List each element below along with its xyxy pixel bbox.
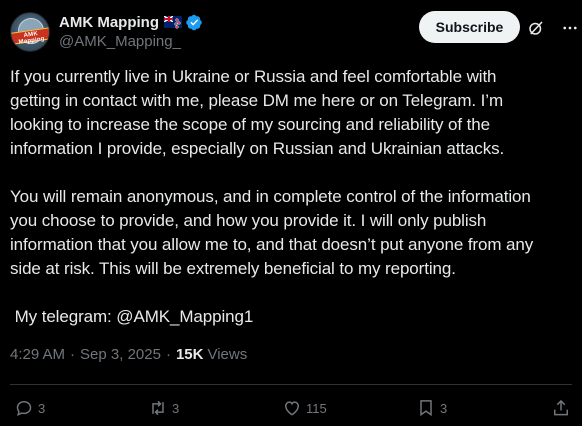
subscribe-button[interactable]: Subscribe (419, 11, 520, 43)
reply-icon (16, 400, 32, 416)
views-label: Views (207, 346, 248, 363)
display-name[interactable]: AMK Mapping (59, 14, 159, 31)
action-bar: 3 3 115 3 (0, 394, 582, 422)
views-count: 15K (175, 346, 204, 363)
repost-icon (152, 400, 164, 416)
repost-button[interactable]: 3 (148, 394, 179, 422)
verified-badge-icon[interactable] (186, 14, 203, 31)
repost-count: 3 (172, 400, 180, 416)
divider (10, 384, 572, 385)
meta-separator: · (70, 346, 76, 363)
like-button[interactable]: 115 (282, 394, 327, 422)
tweet-text: If you currently live in Ukraine or Russ… (10, 67, 534, 326)
bookmark-button[interactable]: 3 (416, 394, 447, 422)
reply-count: 3 (38, 400, 46, 416)
heart-icon (284, 401, 300, 416)
bookmark-icon (420, 400, 432, 417)
author-block: AMK Mapping @AMK_Mapping_ (59, 12, 203, 50)
meta-separator: · (165, 346, 171, 363)
more-icon[interactable] (561, 19, 579, 37)
reply-button[interactable]: 3 (14, 394, 45, 422)
grok-icon[interactable] (527, 19, 545, 37)
tweet-header: AMK Mapping AMK Mapping @AMK_Mapping_ Su… (10, 8, 577, 56)
author-handle[interactable]: @AMK_Mapping_ (59, 33, 203, 50)
bookmark-count: 3 (440, 400, 448, 416)
avatar-text: AMK Mapping (18, 31, 46, 46)
new-zealand-flag-icon (163, 16, 182, 28)
share-button[interactable] (551, 394, 571, 422)
tweet-meta: 4:29 AM · Sep 3, 2025 · 15K Views (10, 346, 247, 363)
share-icon (554, 399, 568, 416)
tweet-time[interactable]: 4:29 AM (10, 346, 65, 363)
avatar[interactable]: AMK Mapping (10, 12, 50, 52)
tweet-date[interactable]: Sep 3, 2025 (80, 346, 161, 363)
like-count: 115 (306, 400, 327, 416)
